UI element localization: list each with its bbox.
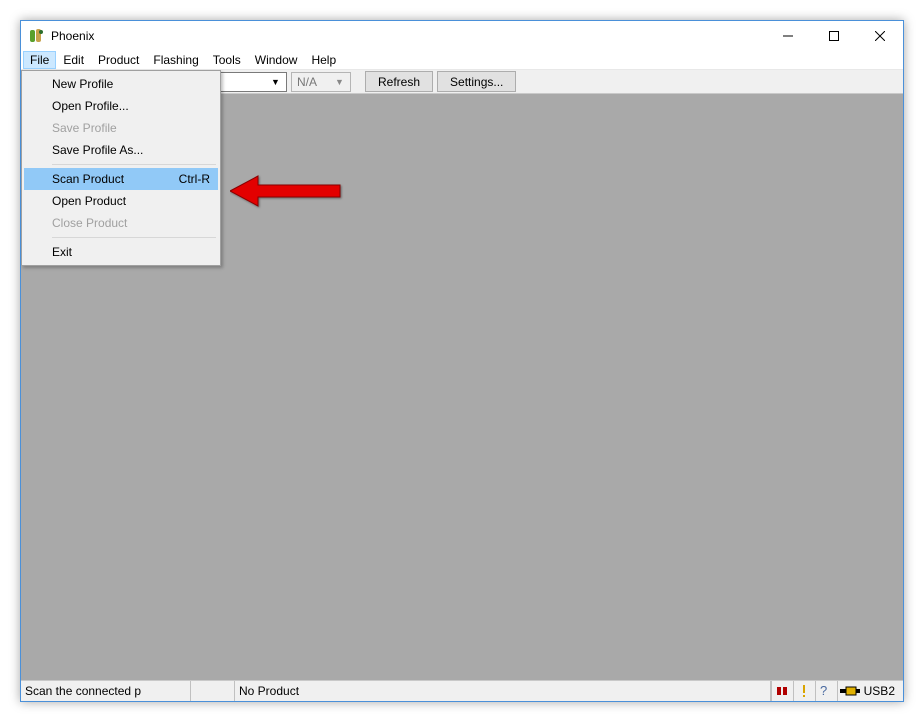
menu-item-exit[interactable]: Exit [24,241,218,263]
menu-item-label: Save Profile As... [52,143,210,157]
window-title: Phoenix [51,29,765,43]
settings-button[interactable]: Settings... [437,71,516,92]
menu-separator [52,237,216,238]
menu-tools[interactable]: Tools [206,51,248,69]
menu-separator [52,164,216,165]
menu-file[interactable]: File [23,51,56,69]
menu-item-new-profile[interactable]: New Profile [24,73,218,95]
menu-edit[interactable]: Edit [56,51,91,69]
usb-icon [840,685,860,697]
status-empty-1 [191,681,235,701]
menu-item-label: Scan Product [52,172,159,186]
status-product: No Product [235,681,771,701]
status-help-icon[interactable]: ? [815,681,837,701]
file-menu-dropdown: New Profile Open Profile... Save Profile Sa… [21,70,221,266]
menu-item-save-profile: Save Profile [24,117,218,139]
menu-window[interactable]: Window [248,51,305,69]
status-recording-icon [771,681,793,701]
status-hint: Scan the connected p [21,681,191,701]
app-icon [29,28,45,44]
status-usb: USB2 [837,681,903,701]
secondary-combo[interactable]: N/A ▼ [291,72,351,92]
menu-item-label: Exit [52,245,210,259]
menu-item-label: Close Product [52,216,210,230]
menu-product[interactable]: Product [91,51,146,69]
menu-help[interactable]: Help [304,51,343,69]
secondary-combo-value: N/A [297,75,332,89]
menu-item-scan-product[interactable]: Scan Product Ctrl-R [24,168,218,190]
statusbar: Scan the connected p No Product ? USB2 [21,680,903,701]
chevron-down-icon: ▼ [332,77,347,87]
titlebar: Phoenix [21,21,903,51]
menu-flashing[interactable]: Flashing [146,51,205,69]
status-warning-icon [793,681,815,701]
menu-item-shortcut: Ctrl-R [179,172,210,186]
menu-item-save-profile-as[interactable]: Save Profile As... [24,139,218,161]
maximize-button[interactable] [811,21,857,51]
menu-item-close-product: Close Product [24,212,218,234]
menu-item-label: Open Product [52,194,210,208]
menubar: FileEditProductFlashingToolsWindowHelp [21,51,903,70]
refresh-button[interactable]: Refresh [365,71,433,92]
menu-item-label: Save Profile [52,121,210,135]
menu-item-label: Open Profile... [52,99,210,113]
status-usb-label: USB2 [864,684,895,698]
menu-item-label: New Profile [52,77,210,91]
menu-item-open-profile[interactable]: Open Profile... [24,95,218,117]
minimize-button[interactable] [765,21,811,51]
menu-item-open-product[interactable]: Open Product [24,190,218,212]
chevron-down-icon: ▼ [268,77,283,87]
close-button[interactable] [857,21,903,51]
svg-text:?: ? [820,684,827,698]
